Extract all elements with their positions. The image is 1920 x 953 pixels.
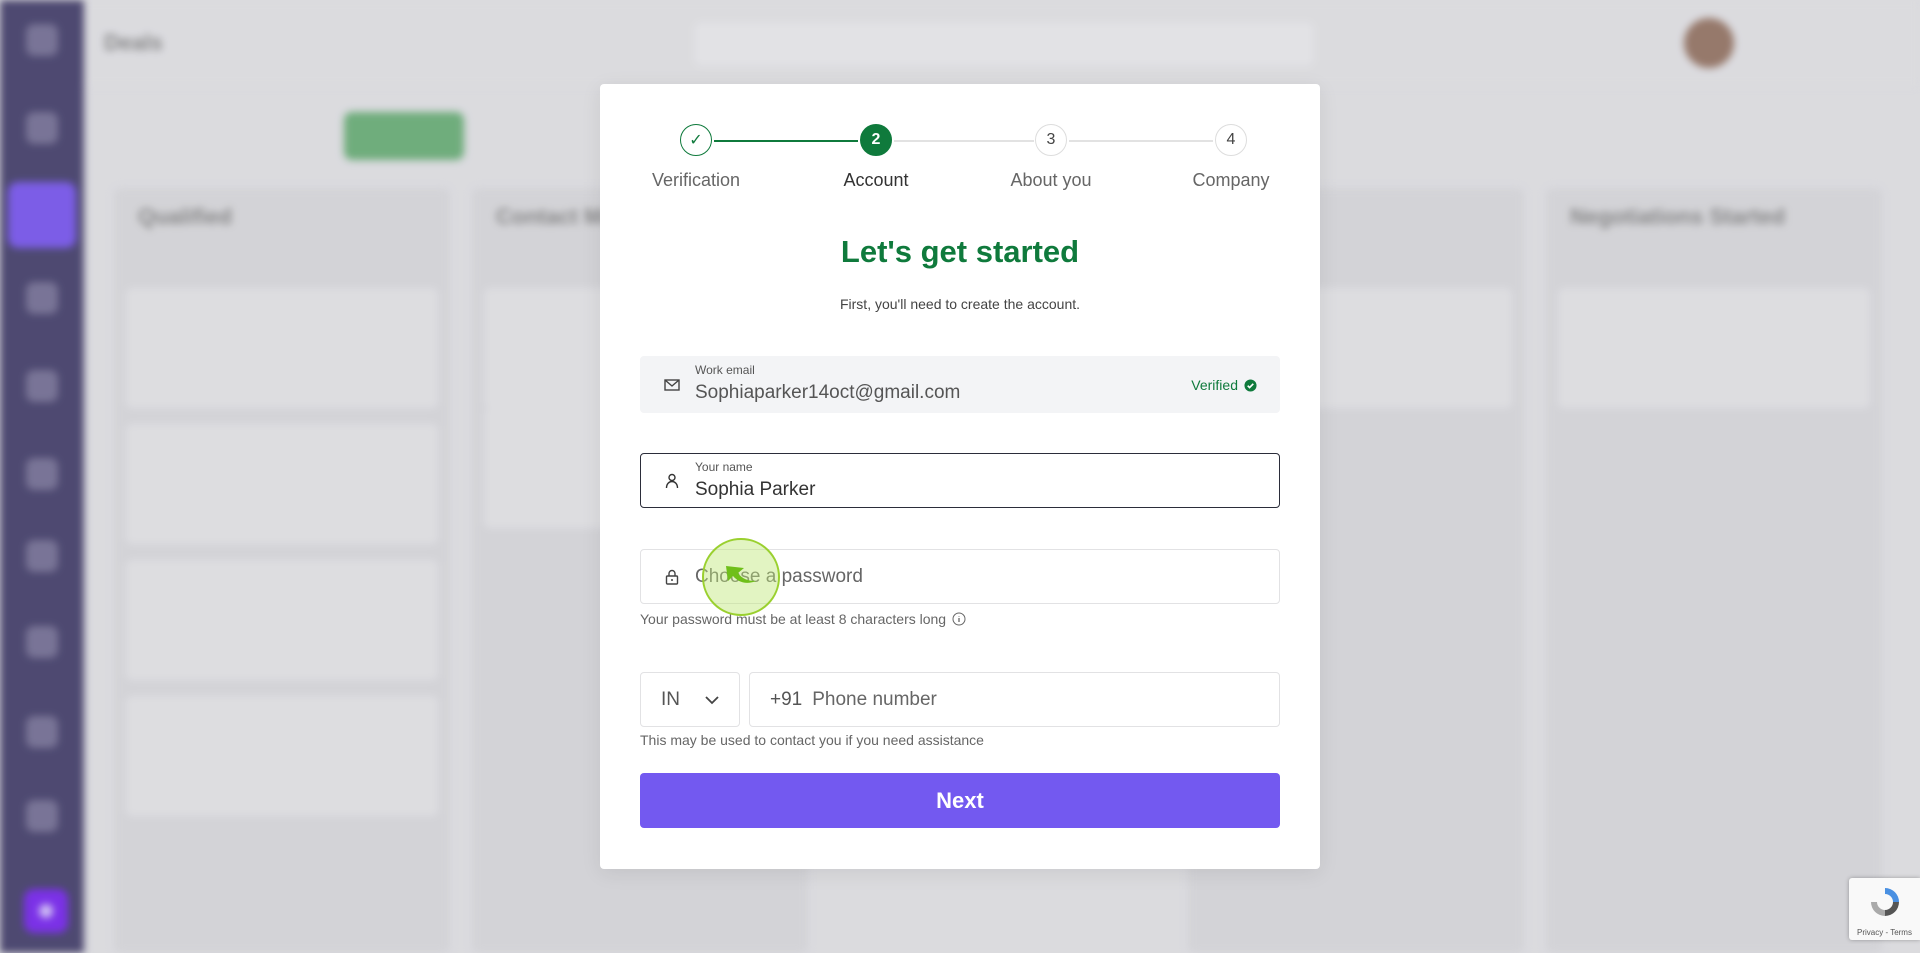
email-field: Work email Sophiaparker14oct@gmail.com V…: [640, 356, 1280, 413]
step-connector: [714, 140, 858, 142]
phone-input[interactable]: +91 Phone number: [749, 672, 1280, 727]
click-indicator: [702, 538, 780, 616]
phone-prefix: +91: [770, 688, 803, 710]
step-label-company: Company: [1192, 170, 1270, 190]
verified-badge: Verified: [1191, 377, 1257, 393]
lock-icon: [665, 569, 679, 585]
step-label-account: Account: [843, 170, 909, 190]
step-connector: [894, 140, 1034, 142]
verified-label: Verified: [1191, 377, 1238, 393]
step-connector: [1069, 140, 1213, 142]
step-company-number: 4: [1215, 124, 1247, 156]
name-label: Your name: [695, 460, 753, 474]
country-code: IN: [661, 688, 680, 710]
email-label: Work email: [695, 363, 755, 377]
password-hint-text: Your password must be at least 8 charact…: [640, 611, 947, 627]
user-icon: [665, 473, 679, 488]
phone-placeholder: Phone number: [812, 688, 937, 710]
next-button[interactable]: Next: [640, 773, 1280, 828]
chevron-down-icon: [705, 695, 719, 704]
recaptcha-badge[interactable]: Privacy - Terms: [1849, 878, 1920, 940]
form-subtitle: First, you'll need to create the account…: [839, 296, 1081, 312]
info-icon[interactable]: [952, 612, 966, 626]
email-value: Sophiaparker14oct@gmail.com: [695, 382, 961, 403]
cursor-arrow-icon: [726, 566, 756, 583]
step-account-number: 2: [860, 124, 892, 156]
step-label-verification: Verification: [651, 170, 741, 190]
step-verification-check-icon: ✓: [680, 124, 712, 156]
step-about-number: 3: [1035, 124, 1067, 156]
mail-icon: [664, 378, 680, 391]
name-value: Sophia Parker: [695, 479, 816, 500]
country-select[interactable]: IN: [640, 672, 740, 727]
check-circle-icon: [1244, 378, 1257, 392]
recaptcha-links[interactable]: Privacy - Terms: [1857, 928, 1912, 937]
recaptcha-icon: [1871, 888, 1899, 916]
form-title: Let's get started: [840, 234, 1080, 269]
signup-modal: ✓ 2 3 4 Verification Account About you C…: [600, 84, 1320, 869]
step-label-about: About you: [1010, 170, 1092, 190]
password-hint: Your password must be at least 8 charact…: [640, 611, 966, 627]
name-input[interactable]: Your name Sophia Parker: [640, 453, 1280, 508]
phone-hint: This may be used to contact you if you n…: [640, 732, 984, 748]
